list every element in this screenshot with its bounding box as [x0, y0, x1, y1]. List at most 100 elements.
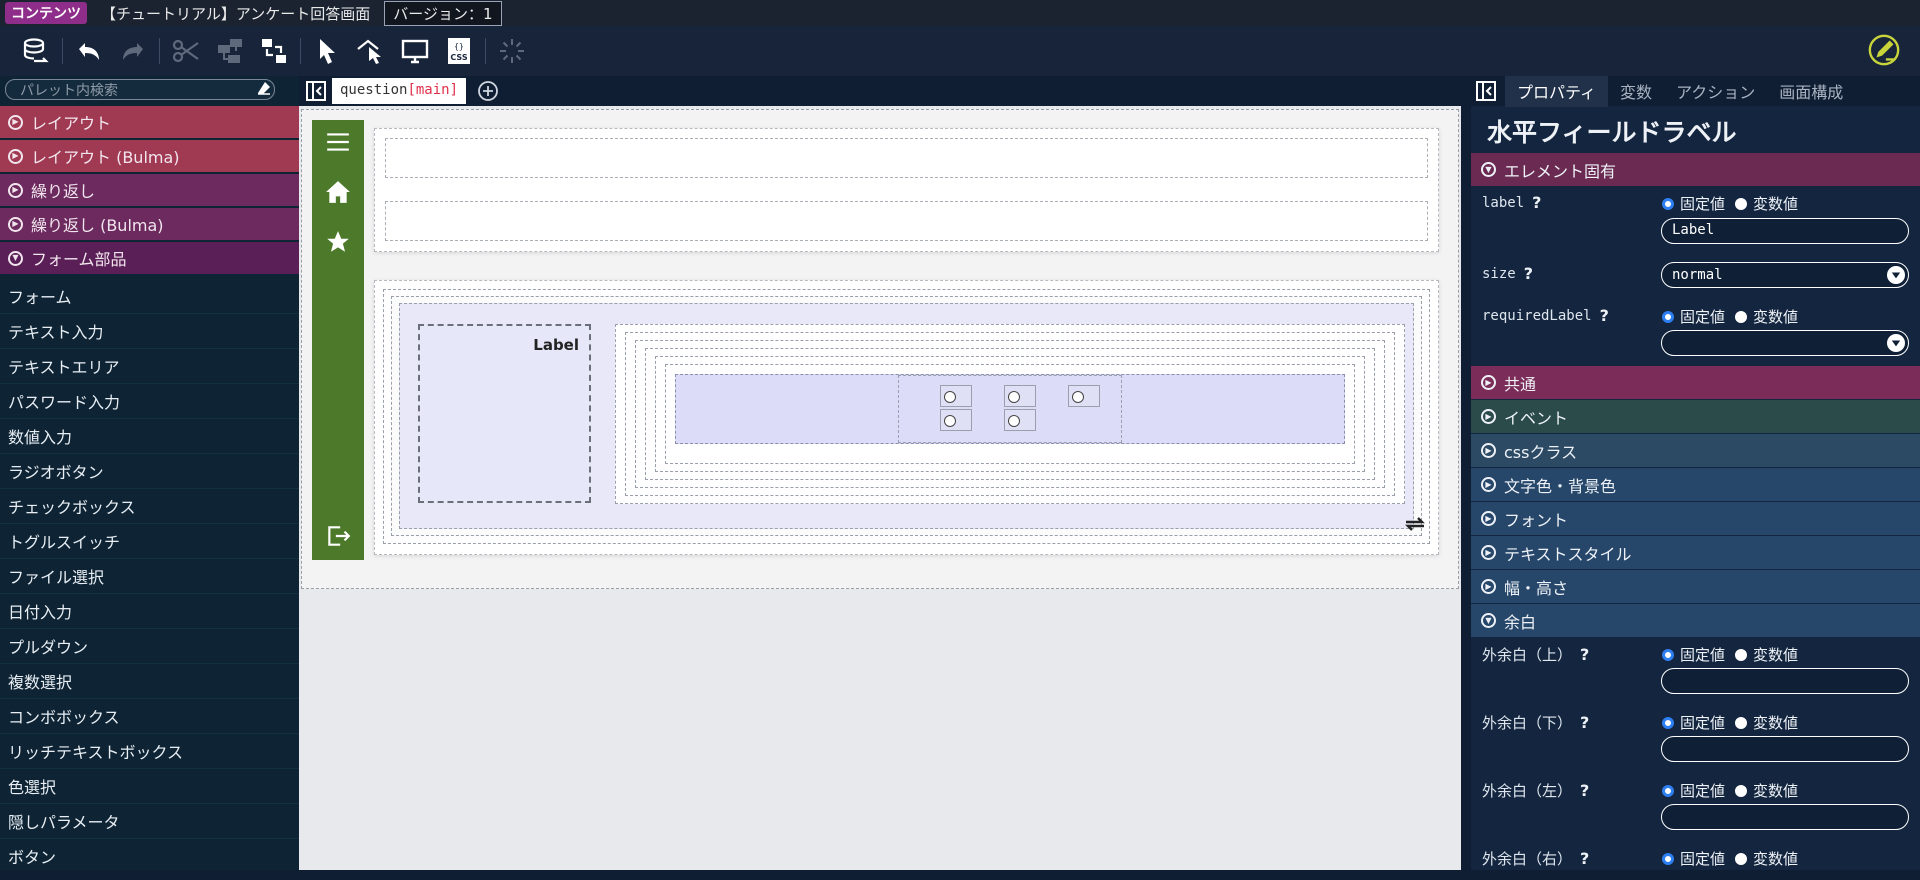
text-placeholder-1[interactable] — [385, 138, 1428, 178]
section-font[interactable]: ▶ フォント — [1471, 502, 1920, 535]
css-icon[interactable]: {} CSS — [437, 29, 481, 73]
undo-icon[interactable] — [67, 29, 111, 73]
section-event[interactable]: ▶ イベント — [1471, 400, 1920, 433]
eraser-icon[interactable] — [256, 80, 272, 96]
palette-item-password[interactable]: パスワード入力 — [0, 384, 299, 419]
radio-variable[interactable] — [1735, 648, 1748, 661]
palette-search-input[interactable]: パレット内検索 — [5, 79, 275, 100]
palette-item-file[interactable]: ファイル選択 — [0, 559, 299, 594]
help-icon[interactable]: ? — [1580, 645, 1589, 664]
pointer-icon[interactable] — [305, 29, 349, 73]
version-indicator[interactable]: バージョン：1 — [384, 0, 502, 26]
section-margin[interactable]: ▼ 余白 — [1471, 604, 1920, 637]
radio-fixed[interactable] — [1662, 648, 1674, 661]
radio-variable[interactable] — [1735, 716, 1748, 729]
tab-actions[interactable]: アクション — [1664, 76, 1767, 107]
margin-left-input[interactable] — [1661, 804, 1909, 830]
select-mode-icon[interactable] — [349, 29, 393, 73]
radio-variable[interactable] — [1735, 197, 1748, 210]
palette-item-color[interactable]: 色選択 — [0, 769, 299, 804]
swap-icon[interactable] — [252, 29, 296, 73]
radio-fixed[interactable] — [1662, 197, 1674, 210]
radio-option[interactable] — [1004, 409, 1036, 431]
section-element-specific[interactable]: ▼ エレメント固有 — [1471, 153, 1920, 186]
section-size[interactable]: ▶ 幅・高さ — [1471, 570, 1920, 603]
section-common[interactable]: ▶ 共通 — [1471, 366, 1920, 399]
radio-row[interactable] — [675, 374, 1345, 444]
prop-margin-bottom: 外余白（下）? — [1482, 712, 1589, 733]
star-icon[interactable] — [312, 222, 364, 262]
cut-icon[interactable] — [164, 29, 208, 73]
palette-item-number[interactable]: 数値入力 — [0, 419, 299, 454]
question-card[interactable]: Label — [374, 280, 1439, 555]
redo-icon[interactable] — [111, 29, 155, 73]
database-icon[interactable] — [14, 29, 58, 73]
required-label-select[interactable] — [1661, 330, 1909, 356]
radio-fixed[interactable] — [1662, 716, 1674, 729]
panel-splitter[interactable] — [1461, 76, 1471, 870]
section-text-style[interactable]: ▶ テキストスタイル — [1471, 536, 1920, 569]
collapse-panel-icon[interactable] — [1473, 78, 1499, 104]
help-icon[interactable]: ? — [1532, 193, 1541, 212]
radio-option[interactable] — [1068, 385, 1100, 407]
screen-root[interactable]: Label — [301, 109, 1459, 589]
palette-item-richtext[interactable]: リッチテキストボックス — [0, 734, 299, 769]
radio-option[interactable] — [1004, 385, 1036, 407]
tab-screen-structure[interactable]: 画面構成 — [1767, 76, 1855, 107]
category-form-parts[interactable]: ▼ フォーム部品 — [0, 242, 299, 275]
palette-item-button[interactable]: ボタン — [0, 839, 299, 870]
category-layout[interactable]: ▶ レイアウト — [0, 106, 299, 139]
radio-fixed[interactable] — [1662, 852, 1674, 865]
margin-bottom-input[interactable] — [1661, 736, 1909, 762]
radio-fixed[interactable] — [1662, 784, 1674, 797]
palette-item-form[interactable]: フォーム — [0, 279, 299, 314]
preview-icon[interactable] — [393, 29, 437, 73]
palette-item-multiselect[interactable]: 複数選択 — [0, 664, 299, 699]
category-layout-bulma[interactable]: ▶ レイアウト (Bulma) — [0, 140, 299, 173]
menu-icon[interactable] — [312, 122, 364, 162]
margin-top-input[interactable] — [1661, 668, 1909, 694]
radio-option[interactable] — [940, 409, 972, 431]
palette-item-combobox[interactable]: コンボボックス — [0, 699, 299, 734]
text-placeholder-2[interactable] — [385, 201, 1428, 241]
help-icon[interactable]: ? — [1580, 781, 1589, 800]
radio-variable[interactable] — [1735, 852, 1748, 865]
logout-icon[interactable] — [312, 516, 364, 556]
radio-variable[interactable] — [1735, 310, 1748, 323]
prop-name: 外余白（左） — [1482, 782, 1573, 800]
palette-item-textarea[interactable]: テキストエリア — [0, 349, 299, 384]
radio-fixed[interactable] — [1662, 310, 1674, 323]
palette-item-toggle[interactable]: トグルスイッチ — [0, 524, 299, 559]
section-color[interactable]: ▶ 文字色・背景色 — [1471, 468, 1920, 501]
collapse-panel-icon[interactable] — [302, 78, 330, 104]
section-css-class[interactable]: ▶ cssクラス — [1471, 434, 1920, 467]
palette-item-text-input[interactable]: テキスト入力 — [0, 314, 299, 349]
palette-item-checkbox[interactable]: チェックボックス — [0, 489, 299, 524]
add-tab-icon[interactable] — [476, 79, 500, 103]
horizontal-field-label[interactable]: Label — [418, 324, 591, 503]
palette-item-pulldown[interactable]: プルダウン — [0, 629, 299, 664]
size-select[interactable]: normal — [1661, 262, 1909, 288]
header-card[interactable] — [374, 128, 1439, 252]
help-icon[interactable]: ? — [1580, 713, 1589, 732]
home-icon[interactable] — [312, 172, 364, 212]
palette-item-hidden[interactable]: 隠しパラメータ — [0, 804, 299, 839]
help-icon[interactable]: ? — [1580, 849, 1589, 868]
copy-icon[interactable] — [208, 29, 252, 73]
sync-icon[interactable] — [1404, 516, 1426, 532]
palette-item-date[interactable]: 日付入力 — [0, 594, 299, 629]
help-icon[interactable]: ? — [1600, 306, 1609, 325]
help-icon[interactable]: ? — [1524, 264, 1533, 283]
palette-item-radio[interactable]: ラジオボタン — [0, 454, 299, 489]
radio-variable[interactable] — [1735, 784, 1748, 797]
label-input[interactable]: Label — [1661, 218, 1909, 244]
category-repeat[interactable]: ▶ 繰り返し — [0, 174, 299, 207]
radio-option[interactable] — [940, 385, 972, 407]
category-repeat-bulma[interactable]: ▶ 繰り返し (Bulma) — [0, 208, 299, 241]
tab-properties[interactable]: プロパティ — [1505, 76, 1609, 107]
edit-icon[interactable] — [1862, 28, 1906, 72]
category-label: レイアウト — [31, 114, 112, 133]
tab-question-main[interactable]: question[main] — [332, 78, 467, 104]
side-nav[interactable] — [312, 120, 364, 560]
tab-variables[interactable]: 変数 — [1608, 76, 1664, 107]
